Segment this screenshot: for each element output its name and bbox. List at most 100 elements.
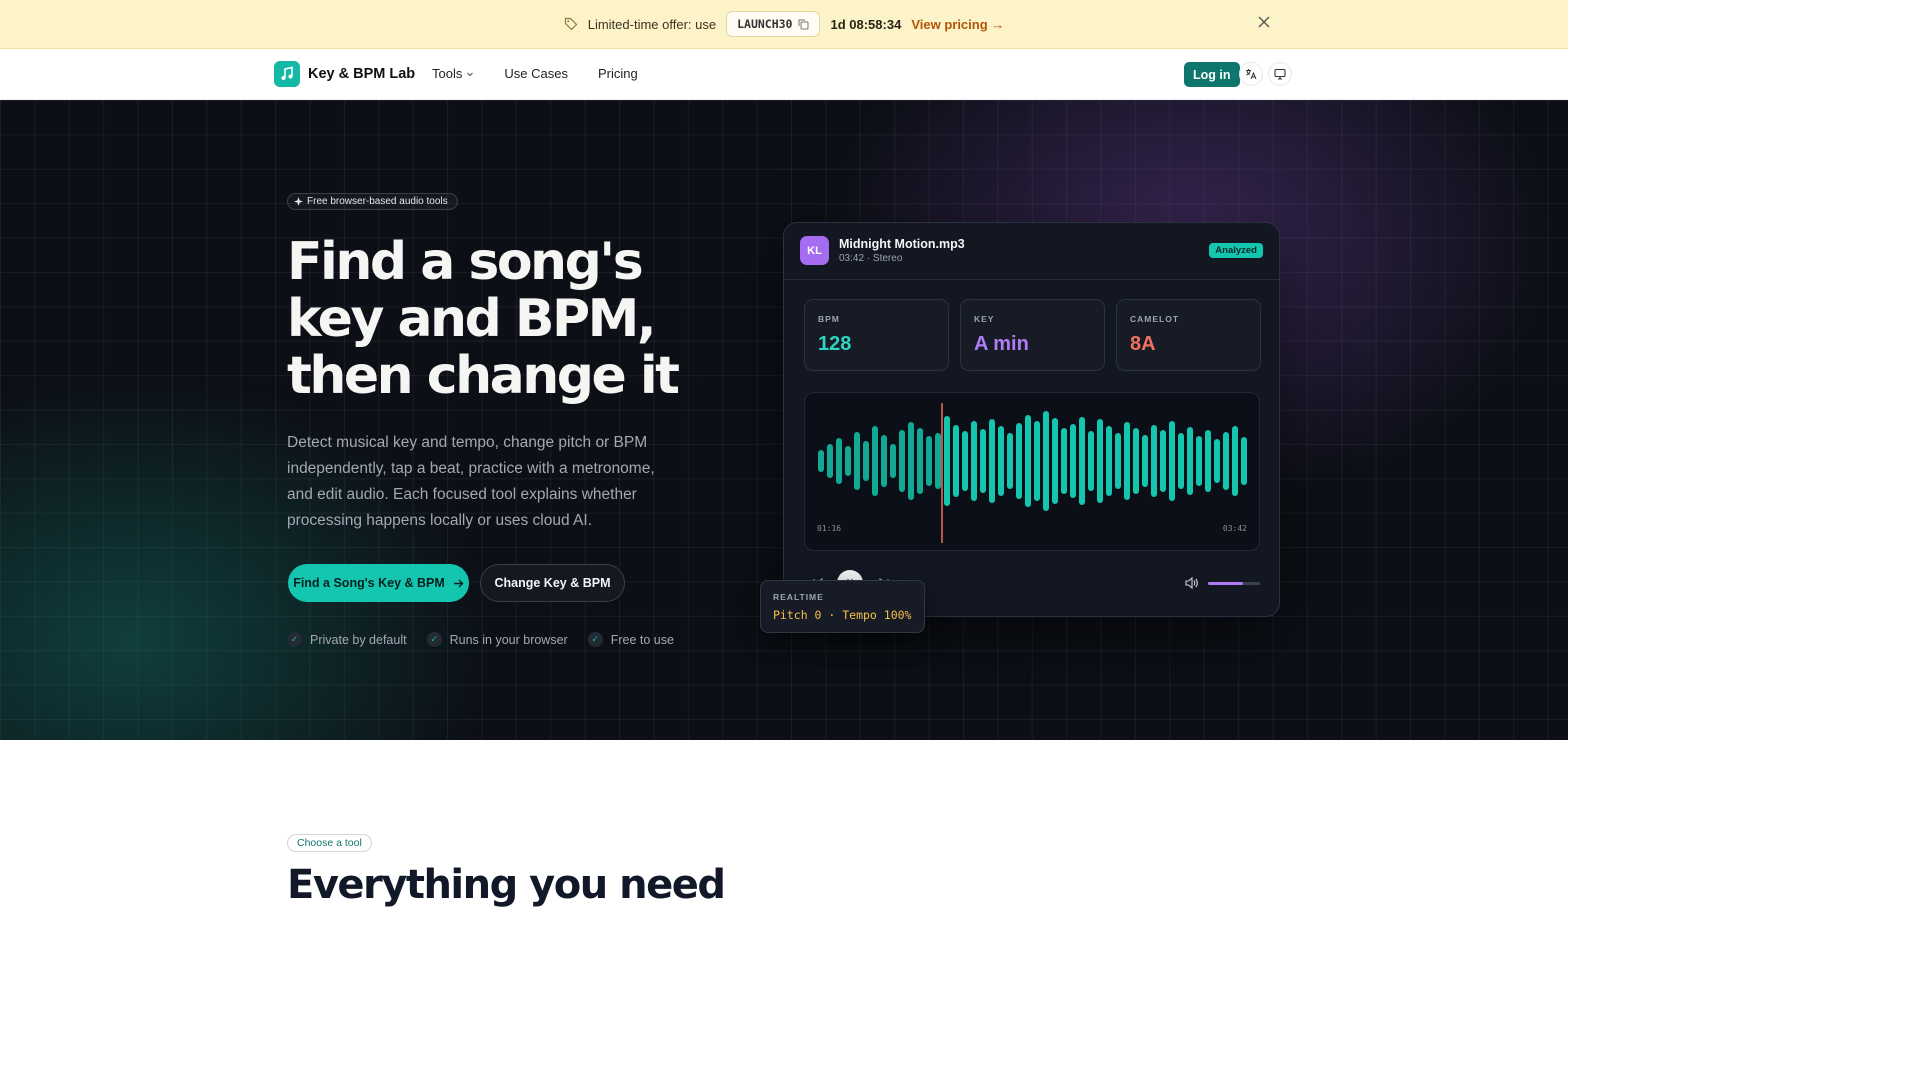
waveform-bar (818, 450, 824, 472)
find-key-bpm-button[interactable]: Find a Song's Key & BPM (288, 564, 469, 602)
player-header: KL Midnight Motion.mp3 03:42 · Stereo An… (784, 223, 1279, 280)
waveform-bar (989, 419, 995, 503)
choose-tool-pill: Choose a tool (287, 834, 372, 852)
waveform-bar (836, 438, 842, 484)
waveform-bar (1196, 436, 1202, 486)
waveform-bar (1232, 426, 1238, 496)
file-name: Midnight Motion.mp3 (839, 237, 965, 251)
time-current: 01:16 (817, 524, 842, 533)
tag-icon (564, 17, 578, 31)
waveform-bar (1106, 426, 1112, 496)
check-icon: ✓ (287, 632, 302, 647)
feature-checks: ✓ Private by default ✓ Runs in your brow… (287, 632, 674, 647)
nav-links: Tools Use Cases Pricing (432, 66, 638, 81)
waveform-bar (998, 426, 1004, 496)
check-label: Private by default (310, 632, 407, 647)
countdown-timer: 1d 08:58:34 (830, 16, 902, 32)
waveform-bar (1052, 418, 1058, 504)
find-key-bpm-label: Find a Song's Key & BPM (293, 576, 445, 590)
time-total: 03:42 (1222, 524, 1247, 533)
realtime-tooltip: REALTIME Pitch 0 · Tempo 100% (760, 580, 925, 633)
nav-tools-menu[interactable]: Tools (432, 66, 474, 81)
waveform-bar (953, 425, 959, 497)
file-meta: 03:42 · Stereo (839, 253, 903, 264)
promo-code: LAUNCH30 (737, 17, 793, 31)
volume-icon[interactable] (1185, 577, 1198, 589)
waveform-bar (935, 433, 941, 489)
volume-slider[interactable] (1208, 582, 1260, 585)
waveform-bar (1115, 433, 1121, 489)
waveform-bar (971, 421, 977, 501)
waveform-bar (1151, 425, 1157, 497)
waveform-bar (845, 446, 851, 476)
hero-pill-label: Free browser-based audio tools (307, 196, 448, 207)
brand-logo-link[interactable]: Key & BPM Lab (274, 61, 415, 87)
waveform-bar (908, 422, 914, 500)
waveform-bar (827, 444, 833, 478)
stat-value: 8A (1130, 333, 1156, 355)
nav-pricing[interactable]: Pricing (598, 66, 638, 81)
waveform-bar (863, 441, 869, 481)
waveform[interactable]: 01:16 03:42 (804, 392, 1260, 551)
waveform-bar (1214, 439, 1220, 483)
waveform-bar (917, 428, 923, 494)
waveform-bar (1097, 419, 1103, 503)
waveform-bar (872, 426, 878, 496)
check-label: Runs in your browser (449, 632, 568, 647)
view-pricing-link[interactable]: View pricing → (911, 17, 1004, 32)
waveform-bar (1079, 417, 1085, 505)
waveform-bar (944, 416, 950, 506)
check-item: ✓ Private by default (287, 632, 407, 647)
check-icon: ✓ (426, 632, 442, 647)
player-card: KL Midnight Motion.mp3 03:42 · Stereo An… (783, 222, 1280, 617)
sparkle-icon (294, 197, 303, 206)
waveform-bar (1007, 433, 1013, 489)
waveform-bar (1016, 423, 1022, 499)
waveform-bars (818, 403, 1247, 543)
waveform-bar (881, 435, 887, 487)
section-title: Everything you need (287, 862, 726, 908)
stat-value: A min (974, 333, 1029, 355)
waveform-bar (1223, 432, 1229, 490)
waveform-bar (890, 444, 896, 478)
chevron-down-icon (467, 72, 474, 76)
promo-code-copy[interactable]: LAUNCH30 (726, 11, 821, 37)
waveform-bar (1205, 430, 1211, 492)
waveform-bar (962, 431, 968, 491)
waveform-bar (1124, 422, 1130, 500)
waveform-bar (854, 432, 860, 490)
volume-level (1208, 582, 1244, 585)
realtime-value: Pitch 0 · Tempo 100% (773, 608, 912, 622)
key-stat: KEY A min (960, 299, 1105, 371)
promo-text: Limited-time offer: use (587, 16, 717, 32)
hero-subtext: Detect musical key and tempo, change pit… (287, 434, 655, 529)
change-key-bpm-button[interactable]: Change Key & BPM (480, 564, 625, 602)
nav-use-cases[interactable]: Use Cases (504, 66, 568, 81)
music-note-icon (274, 61, 300, 87)
arrow-right-icon (453, 579, 464, 587)
waveform-bar (1160, 430, 1166, 492)
waveform-bar (1178, 433, 1184, 489)
waveform-bar (899, 430, 905, 492)
waveform-bar (1034, 421, 1040, 501)
copy-icon (798, 19, 809, 29)
language-button[interactable] (1239, 62, 1263, 86)
check-icon: ✓ (587, 632, 603, 647)
check-label: Free to use (610, 632, 674, 647)
login-button[interactable]: Log in (1184, 62, 1240, 87)
nav-tools-label: Tools (432, 66, 463, 81)
waveform-bar (926, 436, 932, 486)
check-item: ✓ Free to use (587, 632, 674, 647)
stat-label: KEY (974, 314, 995, 324)
waveform-bar (1169, 421, 1175, 501)
waveform-bar (1133, 428, 1139, 494)
close-icon[interactable] (1256, 16, 1272, 32)
theme-toggle-button[interactable] (1268, 62, 1292, 86)
bpm-stat: BPM 128 (804, 299, 949, 371)
stat-value: 128 (818, 333, 852, 355)
realtime-label: REALTIME (773, 592, 824, 602)
waveform-bar (1070, 424, 1076, 498)
waveform-bar (1187, 427, 1193, 495)
top-nav: Key & BPM Lab Tools Use Cases Pricing Lo… (0, 49, 1568, 100)
waveform-bar (980, 429, 986, 493)
